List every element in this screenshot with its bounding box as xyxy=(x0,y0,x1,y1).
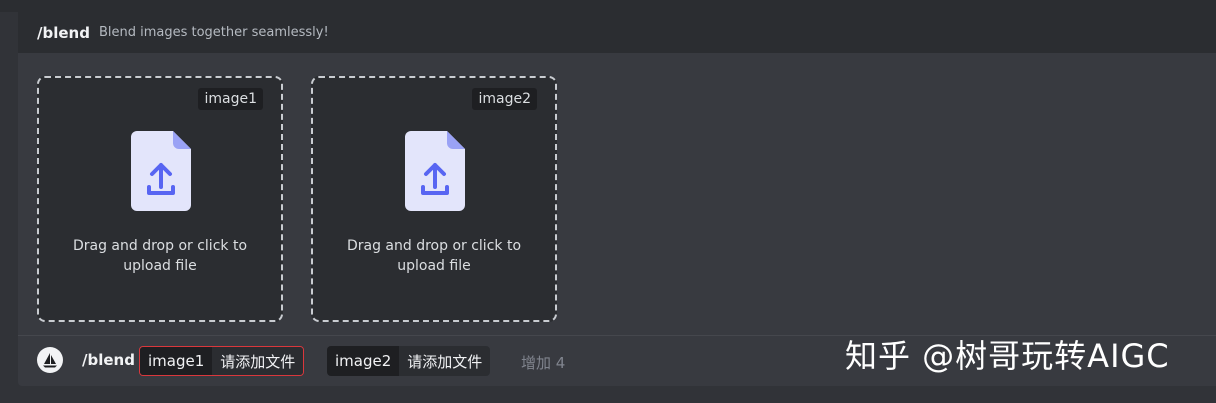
upload-file-icon xyxy=(131,131,191,211)
blend-command-ui: /blend Blend images together seamlessly!… xyxy=(0,0,1216,403)
watermark: 知乎 @树哥玩转AIGC xyxy=(845,337,1170,375)
dropzone-instructions: Drag and drop or click to upload file xyxy=(72,238,248,274)
option-image1[interactable]: image1 请添加文件 xyxy=(139,346,305,376)
option-value[interactable]: 请添加文件 xyxy=(212,347,304,375)
option-name: image1 xyxy=(140,347,213,375)
dropzone-image1[interactable]: image1 Drag and drop or click to upload … xyxy=(37,76,283,322)
upload-file-icon xyxy=(405,131,465,211)
option-image2[interactable]: image2 请添加文件 xyxy=(327,346,491,376)
dropzone-tag: image2 xyxy=(472,88,537,110)
dropzone-instructions: Drag and drop or click to upload file xyxy=(346,238,522,274)
avatar xyxy=(37,347,63,373)
dropzone-image2[interactable]: image2 Drag and drop or click to upload … xyxy=(311,76,557,322)
option-value[interactable]: 请添加文件 xyxy=(399,346,491,376)
command-panel: /blend Blend images together seamlessly!… xyxy=(18,12,1216,386)
dropzone-tag: image1 xyxy=(198,88,263,110)
command-header: /blend Blend images together seamlessly! xyxy=(18,12,1216,53)
command-name: /blend xyxy=(37,23,90,42)
midjourney-sailboat-icon xyxy=(43,353,57,368)
top-strip xyxy=(0,0,1216,12)
command-description: Blend images together seamlessly! xyxy=(98,25,329,40)
input-command-name: /blend xyxy=(82,351,135,369)
option-name: image2 xyxy=(327,346,400,376)
add-more-options[interactable]: 增加 4 xyxy=(521,352,565,373)
